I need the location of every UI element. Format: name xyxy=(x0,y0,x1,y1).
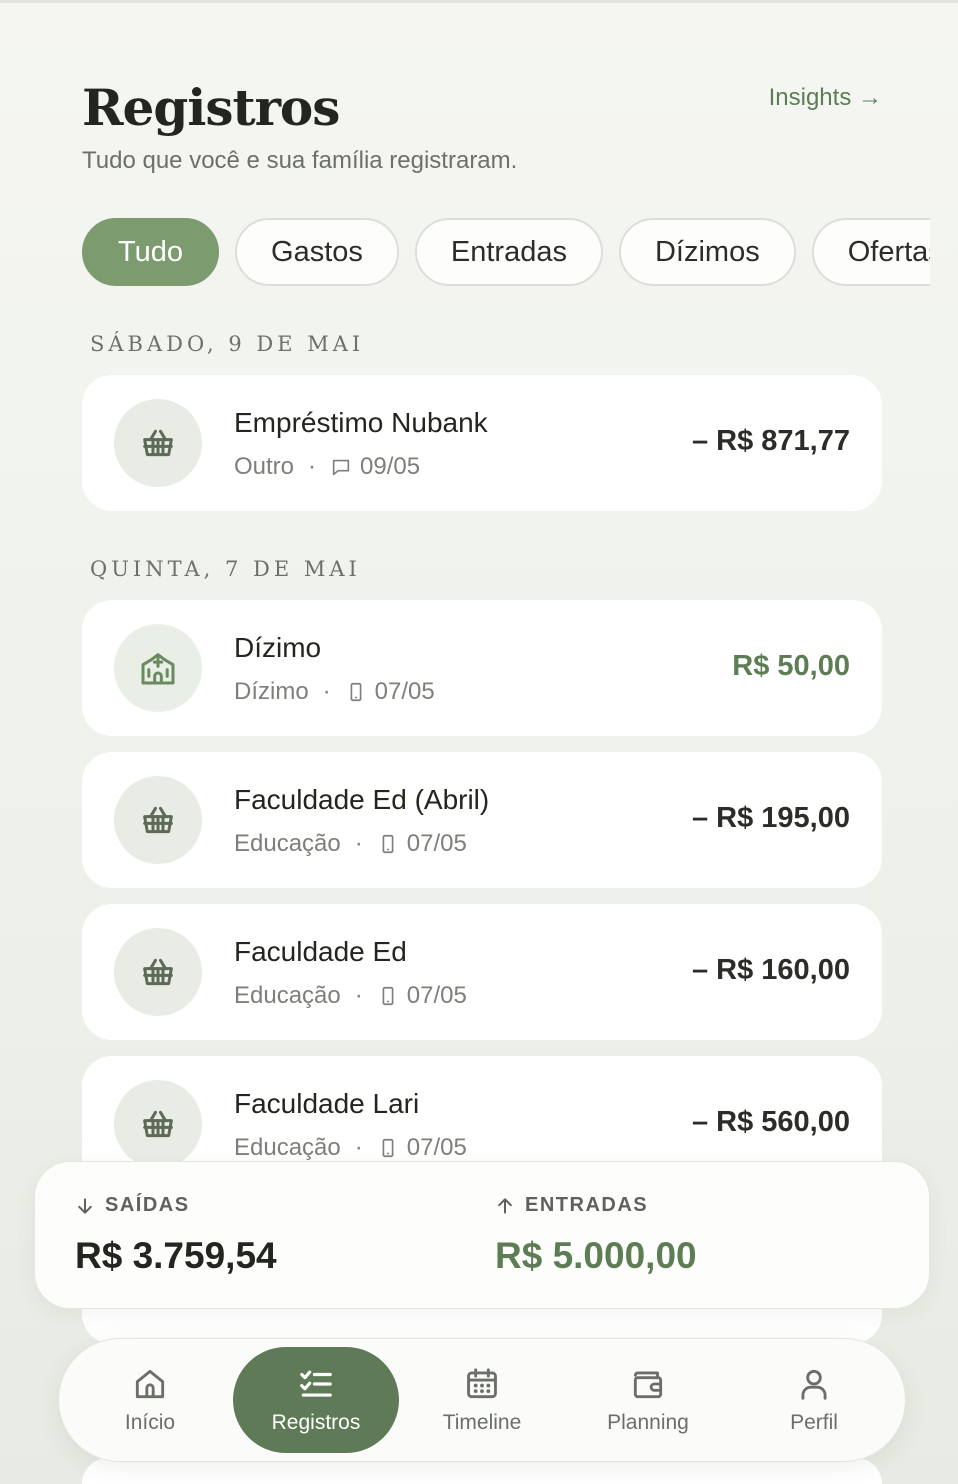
transaction-meta: Educação · 07/05 xyxy=(234,830,467,858)
nav-item-inicio[interactable]: Início xyxy=(67,1347,233,1453)
transaction-name: Empréstimo Nubank xyxy=(234,407,488,438)
filter-chip-gastos[interactable]: Gastos xyxy=(235,218,399,286)
totals-summary: SAÍDAS R$ 3.759,54 ENTRADAS R$ 5.000,00 xyxy=(34,1161,930,1309)
separator-dot: · xyxy=(354,830,363,857)
basket-icon xyxy=(114,776,202,864)
transaction-date: 09/05 xyxy=(360,453,421,480)
nav-item-registros[interactable]: Registros xyxy=(233,1347,399,1453)
transaction-name: Faculdade Lari xyxy=(234,1088,420,1119)
nav-label: Perfil xyxy=(790,1411,838,1434)
nav-label: Início xyxy=(124,1411,176,1434)
date-section-label: SÁBADO, 9 DE MAI xyxy=(90,332,365,356)
transaction-category: Educação xyxy=(234,982,341,1009)
wallet-icon xyxy=(633,1371,663,1399)
transaction-card[interactable]: Dízimo Dízimo · 07/05 R$ 50,00 xyxy=(82,600,882,736)
transaction-amount: – R$ 195,00 xyxy=(691,802,850,834)
nav-label: Planning xyxy=(607,1411,689,1434)
transaction-card[interactable]: Faculdade Ed (Abril) Educação · 07/05 – … xyxy=(82,752,882,888)
basket-icon xyxy=(114,1080,202,1168)
filter-chip-dizimos[interactable]: Dízimos xyxy=(618,218,796,286)
transaction-amount: – R$ 560,00 xyxy=(691,1106,850,1138)
separator-dot: · xyxy=(354,982,363,1009)
phone-icon xyxy=(382,834,394,854)
filter-chip-entradas[interactable]: Entradas xyxy=(414,218,603,286)
transaction-name: Dízimo xyxy=(234,632,322,663)
transaction-amount: – R$ 160,00 xyxy=(691,954,850,986)
saidas-label: SAÍDAS xyxy=(105,1194,190,1216)
nav-label: Registros xyxy=(271,1411,361,1434)
transaction-name: Faculdade Ed xyxy=(234,936,407,967)
separator-dot: · xyxy=(354,1134,363,1161)
transaction-date: 07/05 xyxy=(406,1134,467,1161)
filter-bar: Tudo Gastos Entradas Dízimos Ofertas xyxy=(82,218,930,286)
home-icon xyxy=(135,1369,165,1399)
transaction-meta: Educação · 07/05 xyxy=(234,1134,467,1162)
arrow-up-icon xyxy=(498,1197,512,1214)
nav-item-planning[interactable]: Planning xyxy=(565,1347,731,1453)
checklist-icon xyxy=(300,1370,332,1397)
transaction-category: Educação xyxy=(234,830,341,857)
nav-item-timeline[interactable]: Timeline xyxy=(399,1347,565,1453)
user-icon xyxy=(801,1369,827,1400)
transaction-date: 07/05 xyxy=(374,678,435,705)
calendar-icon xyxy=(467,1368,497,1399)
transaction-category: Dízimo xyxy=(234,678,309,705)
filter-chip-tudo[interactable]: Tudo xyxy=(82,218,220,286)
basket-icon xyxy=(114,928,202,1016)
date-section-label: QUINTA, 7 DE MAI xyxy=(90,557,361,581)
page-subtitle: Tudo que você e sua família registraram. xyxy=(82,147,518,174)
bottom-nav: Início Registros Timeline Planning Perfi… xyxy=(58,1338,906,1462)
church-icon xyxy=(114,624,202,712)
nav-item-perfil[interactable]: Perfil xyxy=(731,1347,897,1453)
page-title: Registros xyxy=(82,78,340,137)
chat-icon xyxy=(332,459,350,476)
transaction-date: 07/05 xyxy=(406,830,467,857)
basket-icon xyxy=(114,399,202,487)
separator-dot: · xyxy=(322,678,331,705)
phone-icon xyxy=(350,682,362,702)
saidas-summary: SAÍDAS R$ 3.759,54 xyxy=(75,1194,277,1277)
insights-link[interactable]: Insights → xyxy=(769,84,882,112)
transaction-name: Faculdade Ed (Abril) xyxy=(234,784,490,815)
saidas-value: R$ 3.759,54 xyxy=(75,1235,277,1276)
transaction-meta: Dízimo · 07/05 xyxy=(234,678,435,706)
transaction-card[interactable]: Faculdade Ed Educação · 07/05 – R$ 160,0… xyxy=(82,904,882,1040)
transaction-amount: – R$ 871,77 xyxy=(691,425,850,457)
separator-dot: · xyxy=(308,453,317,480)
transaction-meta: Educação · 07/05 xyxy=(234,982,467,1010)
transaction-meta: Outro · 09/05 xyxy=(234,453,420,481)
transaction-date: 07/05 xyxy=(406,982,467,1009)
transaction-category: Educação xyxy=(234,1134,341,1161)
phone-icon xyxy=(382,986,394,1006)
entradas-summary: ENTRADAS R$ 5.000,00 xyxy=(495,1194,697,1277)
phone-icon xyxy=(382,1138,394,1158)
entradas-label: ENTRADAS xyxy=(525,1194,649,1216)
nav-label: Timeline xyxy=(442,1411,522,1434)
transaction-card[interactable]: Empréstimo Nubank Outro · 09/05 – R$ 871… xyxy=(82,375,882,511)
transaction-category: Outro xyxy=(234,453,295,480)
arrow-down-icon xyxy=(78,1197,92,1214)
filter-chip-ofertas[interactable]: Ofertas xyxy=(811,218,930,286)
entradas-value: R$ 5.000,00 xyxy=(495,1235,697,1276)
top-border xyxy=(0,0,958,3)
transaction-amount: R$ 50,00 xyxy=(732,650,850,682)
